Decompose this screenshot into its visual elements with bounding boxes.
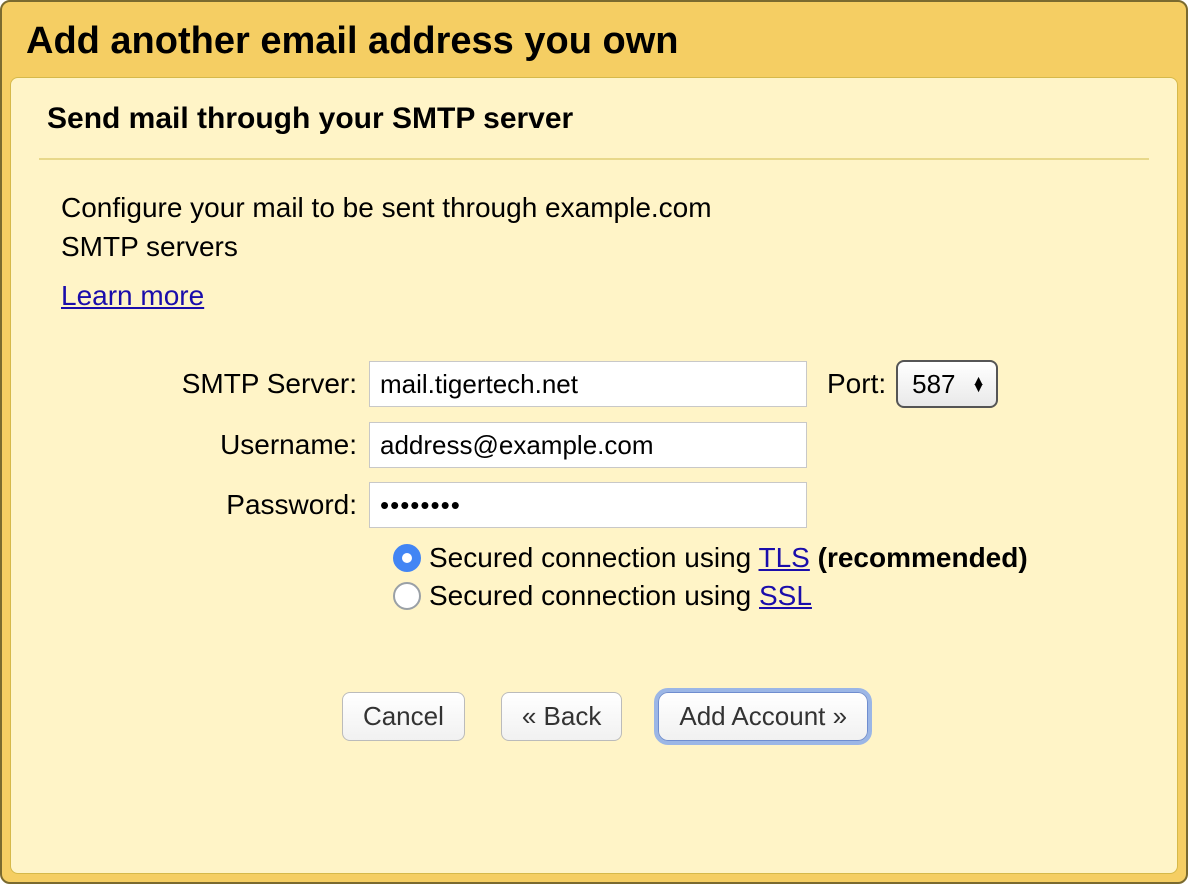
port-select-value: 587 — [912, 369, 955, 400]
tls-link[interactable]: TLS — [759, 542, 810, 573]
ssl-option-row: Secured connection using SSL — [393, 580, 1149, 612]
tls-option-row: Secured connection using TLS (recommende… — [393, 542, 1149, 574]
security-options: Secured connection using TLS (recommende… — [393, 542, 1149, 612]
panel-heading: Send mail through your SMTP server — [47, 102, 1149, 136]
username-input[interactable] — [369, 422, 807, 468]
tls-radio[interactable] — [393, 544, 421, 572]
username-label: Username: — [61, 429, 369, 461]
tls-option-prefix: Secured connection using — [429, 542, 759, 573]
select-stepper-icon: ▲▼ — [972, 377, 986, 391]
learn-more-link[interactable]: Learn more — [61, 280, 204, 312]
tls-option-suffix: (recommended) — [810, 542, 1028, 573]
smtp-server-row: SMTP Server: Port: 587 ▲▼ — [61, 360, 1149, 408]
dialog-panel: Send mail through your SMTP server Confi… — [10, 77, 1178, 874]
port-select[interactable]: 587 ▲▼ — [896, 360, 997, 408]
password-row: Password: — [61, 482, 1149, 528]
username-row: Username: — [61, 422, 1149, 468]
dialog-window: Add another email address you own Send m… — [0, 0, 1188, 884]
intro-line2: SMTP servers — [61, 231, 238, 262]
dialog-titlebar: Add another email address you own — [2, 2, 1186, 77]
dialog-button-row: Cancel « Back Add Account » — [61, 692, 1149, 741]
intro-line1: Configure your mail to be sent through e… — [61, 192, 712, 223]
password-label: Password: — [61, 489, 369, 521]
dialog-title: Add another email address you own — [26, 20, 1162, 63]
panel-divider — [39, 158, 1149, 160]
back-button[interactable]: « Back — [501, 692, 623, 741]
cancel-button[interactable]: Cancel — [342, 692, 465, 741]
ssl-radio[interactable] — [393, 582, 421, 610]
smtp-server-input[interactable] — [369, 361, 807, 407]
port-label: Port: — [827, 368, 886, 400]
smtp-server-label: SMTP Server: — [61, 368, 369, 400]
ssl-link[interactable]: SSL — [759, 580, 812, 611]
intro-text: Configure your mail to be sent through e… — [61, 188, 1149, 266]
add-account-button[interactable]: Add Account » — [658, 692, 868, 741]
ssl-option-prefix: Secured connection using — [429, 580, 759, 611]
smtp-form: SMTP Server: Port: 587 ▲▼ Username: Pass… — [61, 360, 1149, 741]
password-input[interactable] — [369, 482, 807, 528]
